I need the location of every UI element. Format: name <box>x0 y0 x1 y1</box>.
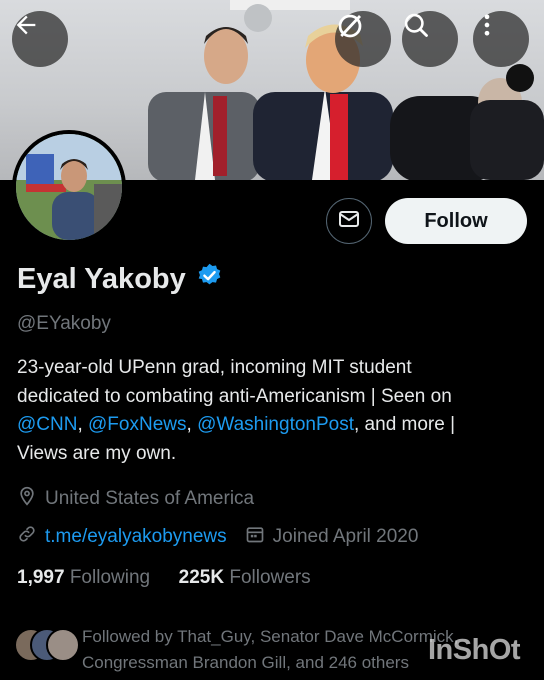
bio-line: @CNN, @FoxNews, @WashingtonPost, and mor… <box>17 411 532 440</box>
bio-line: 23-year-old UPenn grad, incoming MIT stu… <box>17 357 412 378</box>
mention-cnn-link[interactable]: @CNN <box>17 414 77 435</box>
location-text: United States of America <box>45 488 255 509</box>
bio-tail: , and more | <box>354 414 456 435</box>
mention-foxnews-link[interactable]: @FoxNews <box>88 414 186 435</box>
grok-button[interactable] <box>335 11 391 67</box>
display-name: Eyal Yakoby <box>17 263 186 295</box>
envelope-icon <box>337 207 361 236</box>
avatar-photo <box>16 134 122 240</box>
joined-date: Joined April 2020 <box>272 526 419 547</box>
following-stat[interactable]: 1,997 Following <box>17 567 150 588</box>
location-pin-icon <box>17 486 45 512</box>
profile-avatar[interactable] <box>12 130 126 244</box>
bio-separator: , <box>77 414 89 435</box>
mutual-avatars <box>14 628 82 664</box>
search-button[interactable] <box>402 11 458 67</box>
back-button[interactable] <box>12 11 68 67</box>
follow-button[interactable]: Follow <box>385 198 527 244</box>
website-link[interactable]: t.me/eyalyakobynews <box>45 526 227 548</box>
link-icon <box>17 524 45 550</box>
follow-stats: 1,997 Following 225K Followers <box>17 567 311 589</box>
verified-badge-icon[interactable] <box>196 262 223 297</box>
followers-stat[interactable]: 225K Followers <box>179 567 311 588</box>
inshot-watermark: InShOt <box>428 634 521 666</box>
avatar <box>46 628 80 662</box>
bio-line: Views are my own. <box>17 442 177 464</box>
profile-bio: 23-year-old UPenn grad, incoming MIT stu… <box>17 354 532 468</box>
following-count: 1,997 <box>17 567 65 588</box>
more-options-button[interactable] <box>473 11 529 67</box>
location-row: United States of America <box>17 486 254 512</box>
following-label: Following <box>69 567 151 588</box>
followers-label: Followers <box>229 567 311 588</box>
website-joined-row: t.me/eyalyakobynews Joined April 2020 <box>17 524 418 550</box>
bio-separator: , <box>186 414 198 435</box>
followers-count: 225K <box>178 567 225 588</box>
mention-washingtonpost-link[interactable]: @WashingtonPost <box>197 414 354 435</box>
bio-line: dedicated to combating anti-Americanism … <box>17 385 452 407</box>
message-button[interactable] <box>326 198 372 244</box>
profile-name-row: Eyal Yakoby <box>17 262 223 297</box>
profile-handle: @EYakoby <box>17 313 111 334</box>
calendar-icon <box>245 524 273 550</box>
